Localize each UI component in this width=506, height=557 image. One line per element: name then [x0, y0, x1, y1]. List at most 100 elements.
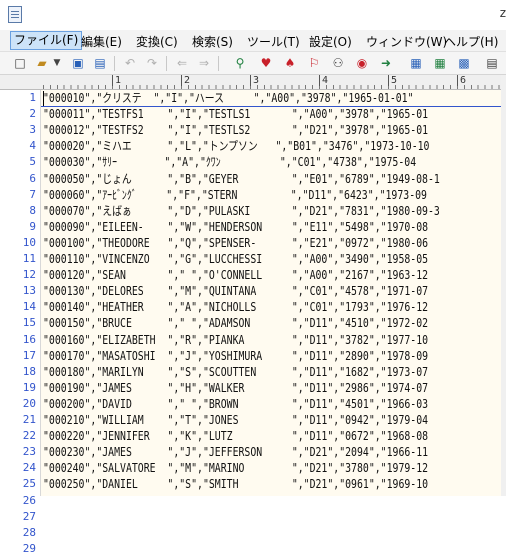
ruler-label: 5: [388, 75, 397, 86]
undo-icon[interactable]: ↶: [122, 55, 138, 71]
line-number: 14: [22, 300, 36, 314]
line-number: 5: [29, 155, 36, 169]
menu-window[interactable]: ウィンドウ(W): [363, 33, 450, 49]
line-number: 23: [22, 445, 36, 459]
cursor-line-underline: [41, 106, 501, 107]
replace-icon[interactable]: ⚐: [306, 55, 322, 71]
line-number: 29: [22, 541, 36, 555]
text-line[interactable]: "000130","DELORES ","M","QUINTANA ","C01…: [43, 283, 428, 299]
text-line[interactable]: "000240","SALVATORE ","M","MARINO ","D21…: [43, 460, 428, 476]
text-line[interactable]: "000150","BRUCE "," ","ADAMSON ","D11","…: [43, 315, 428, 331]
ruler-label: 1: [112, 75, 121, 86]
compare-icon-2[interactable]: ▦: [432, 55, 448, 71]
text-line[interactable]: "000090","EILEEN- ","W","HENDERSON ","E1…: [43, 219, 428, 235]
ruler-label: 6: [457, 75, 466, 86]
search-prev-icon[interactable]: ♥: [258, 55, 274, 71]
text-line[interactable]: "000100","THEODORE ","Q","SPENSER- ","E2…: [43, 235, 428, 251]
jump-back-icon[interactable]: ⇐: [174, 55, 190, 71]
new-file-icon[interactable]: □: [12, 55, 28, 71]
line-number: 21: [22, 413, 36, 426]
line-number: 17: [22, 348, 36, 362]
text-line[interactable]: "000170","MASATOSHI ","J","YOSHIMURA ","…: [43, 348, 428, 364]
line-number: 25: [22, 477, 36, 491]
line-number: 7: [29, 187, 36, 201]
tag-jump-icon[interactable]: ➜: [378, 55, 394, 71]
menu-edit[interactable]: 編集(E): [78, 33, 125, 49]
line-number: 20: [22, 396, 36, 410]
toolbar-separator: [166, 56, 167, 71]
text-line[interactable]: "000060","ｱｰﾋﾞﾝｸﾞ ","F","STERN ","D11","…: [43, 187, 427, 203]
app-icon[interactable]: [8, 6, 22, 23]
line-number: 10: [22, 235, 36, 249]
menu-search[interactable]: 検索(S): [189, 33, 236, 49]
text-line[interactable]: "000190","JAMES ","H","WALKER ","D11","2…: [43, 380, 428, 396]
line-number: 12: [22, 268, 36, 282]
text-line[interactable]: "000260","SYBIL ","P","JOHNSON ","D21","…: [43, 493, 428, 497]
line-number: 19: [22, 380, 36, 394]
line-number: 8: [29, 203, 36, 217]
line-number: 22: [22, 429, 36, 443]
text-line[interactable]: "000110","VINCENZO ","G","LUCCHESSI ","A…: [43, 251, 428, 267]
line-number: 2: [29, 107, 36, 121]
text-line[interactable]: "000160","ELIZABETH ","R","PIANKA ","D11…: [43, 332, 428, 348]
line-number: 27: [22, 509, 36, 523]
ruler-label: 4: [319, 75, 328, 86]
search-next-icon[interactable]: ♠: [282, 55, 298, 71]
grep-icon[interactable]: ⚇: [330, 55, 346, 71]
line-number: 3: [29, 123, 36, 137]
text-line[interactable]: "000010","クリステ ","I","ハース ","A00","3978"…: [43, 90, 414, 106]
search-icon[interactable]: ⚲: [232, 55, 248, 71]
print-icon[interactable]: ▤: [484, 55, 500, 71]
line-number: 11: [22, 252, 36, 265]
text-line[interactable]: "000220","JENNIFER ","K","LUTZ ","D11","…: [43, 428, 428, 444]
text-line[interactable]: "000020","ミハエ ","L","トンプソン ","B01","3476…: [43, 138, 429, 154]
dropdown-arrow-icon[interactable]: ▼: [52, 55, 62, 71]
compare-icon[interactable]: ▦: [408, 55, 424, 71]
redo-icon[interactable]: ↷: [144, 55, 160, 71]
ruler-label: 3: [250, 75, 259, 86]
text-line[interactable]: "000120","SEAN "," ","O'CONNELL ","A00",…: [43, 267, 428, 283]
text-line[interactable]: "000210","WILLIAM ","T","JONES ","D11","…: [43, 412, 428, 428]
line-number: 28: [22, 525, 36, 539]
line-number-gutter: 1 2 3 4 5 6 7 8 9 10 11 12 13 14 15 16 17 18 19 20 21 22 23 24 2…: [0, 90, 41, 555]
line-number: 18: [22, 364, 36, 378]
text-line[interactable]: "000050","じょん ","B","GEYER ","E01","6789…: [43, 171, 440, 187]
line-number: 26: [22, 493, 36, 507]
menu-settings[interactable]: 設定(O): [306, 33, 355, 49]
line-number: 9: [29, 219, 36, 233]
text-line[interactable]: "000180","MARILYN ","S","SCOUTTEN ","D11…: [43, 364, 428, 380]
text-line[interactable]: "000230","JAMES ","J","JEFFERSON ","D21"…: [43, 444, 428, 460]
grid-icon[interactable]: ▩: [456, 55, 472, 71]
text-caret: [43, 91, 44, 106]
line-number: 24: [22, 461, 36, 475]
text-line[interactable]: "000030","ｻﾘｰ ","A","ｸﾜﾝ ","C01","4738",…: [43, 154, 416, 170]
toolbar: □ ▰ ▼ ▣ ▤ ↶ ↷ ⇐ ⇒ ⚲ ♥ ♠ ⚐ ⚇ ◉ ➜ ▦ ▦ ▩ ▤: [0, 52, 506, 75]
menu-convert[interactable]: 変換(C): [133, 33, 181, 49]
toolbar-separator: [114, 56, 115, 71]
column-ruler: 1 2 3 4 5 6: [0, 75, 506, 90]
menu-file[interactable]: ファイル(F): [10, 31, 83, 50]
menu-tools[interactable]: ツール(T): [244, 33, 303, 49]
open-folder-icon[interactable]: ▰: [34, 55, 50, 71]
line-number: 4: [29, 139, 36, 153]
title-bar: z: [0, 0, 506, 30]
text-line[interactable]: "000012","TESTFS2 ","I","TESTLS2 ","D21"…: [43, 122, 428, 138]
text-line[interactable]: "000011","TESTFS1 ","I","TESTLS1 ","A00"…: [43, 106, 428, 122]
save-icon[interactable]: ▣: [70, 55, 86, 71]
text-line[interactable]: "000250","DANIEL ","S","SMITH ","D21","0…: [43, 476, 428, 492]
text-line[interactable]: "000140","HEATHER ","A","NICHOLLS ","C01…: [43, 299, 428, 315]
save-as-icon[interactable]: ▤: [92, 55, 108, 71]
line-number: 16: [22, 332, 36, 346]
vertical-scrollbar[interactable]: [501, 75, 506, 496]
text-editor-area[interactable]: "000010","クリステ ","I","ハース ","A00","3978"…: [41, 90, 501, 496]
jump-forward-icon[interactable]: ⇒: [196, 55, 212, 71]
toolbar-separator: [218, 56, 219, 71]
window-title: z: [499, 6, 506, 20]
text-line[interactable]: "000070","えばぁ ","D","PULASKI ","D21","78…: [43, 203, 440, 219]
menu-bar: ファイル(F) 編集(E) 変換(C) 検索(S) ツール(T) 設定(O) ウ…: [0, 30, 506, 52]
bookmark-icon[interactable]: ◉: [354, 55, 370, 71]
text-line[interactable]: "000200","DAVID "," ","BROWN ","D11","45…: [43, 396, 428, 412]
menu-help[interactable]: ヘルプ(H): [441, 33, 501, 49]
line-number: 13: [22, 284, 36, 298]
line-number: 6: [29, 171, 36, 185]
